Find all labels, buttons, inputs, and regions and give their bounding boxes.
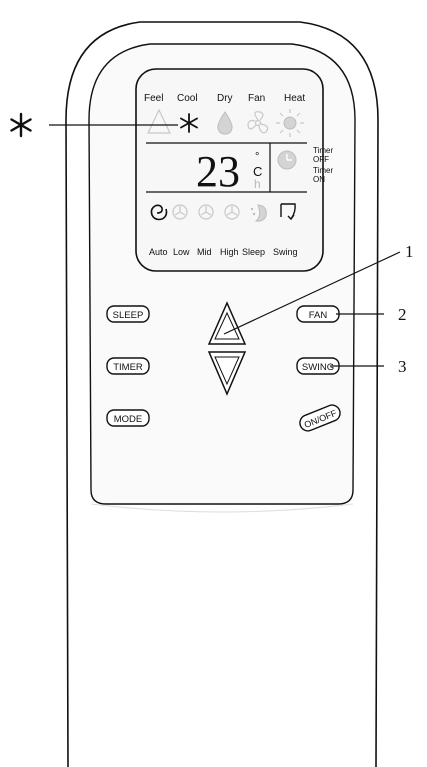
mode-button[interactable]: MODE: [106, 409, 150, 427]
timer-on-label-2: ON: [313, 175, 325, 184]
callout-1-label: 1: [405, 242, 414, 261]
degree-symbol: °: [255, 151, 259, 163]
fan-label-mid: Mid: [197, 247, 212, 257]
fan-label-high: High: [220, 247, 239, 257]
sleep-button-label: SLEEP: [113, 310, 144, 321]
fan-label-low: Low: [173, 247, 190, 257]
timer-off-label-2: OFF: [313, 155, 329, 164]
fan-button[interactable]: FAN: [296, 305, 340, 323]
fan-label-sleep: Sleep: [242, 247, 265, 257]
callout-3-label: 3: [398, 357, 407, 376]
timer-button[interactable]: TIMER: [106, 357, 150, 375]
remote-bottom-seam: [90, 503, 354, 513]
mode-label-heat: Heat: [284, 93, 305, 104]
clock-icon: [277, 150, 297, 170]
mode-label-feel: Feel: [144, 93, 163, 104]
callout-2-label: 2: [398, 305, 407, 324]
mode-label-cool: Cool: [177, 93, 198, 104]
timer-off-label-1: Timer: [313, 146, 333, 155]
timer-button-label: TIMER: [113, 362, 143, 373]
mode-label-fan: Fan: [248, 93, 265, 104]
fan-button-label: FAN: [309, 310, 328, 321]
snowflake-icon: [10, 112, 32, 138]
swing-button-label: SWING: [302, 362, 334, 373]
timer-on-label-1: Timer: [313, 166, 333, 175]
fan-label-auto: Auto: [149, 247, 168, 257]
mode-label-dry: Dry: [217, 93, 233, 104]
mode-button-label: MODE: [114, 414, 143, 425]
fan-label-swing: Swing: [273, 247, 298, 257]
unit-hours: h: [254, 177, 261, 191]
remote-diagram: Feel Cool Dry Fan Heat 23 ° C h Timer OF…: [10, 21, 414, 767]
sleep-button[interactable]: SLEEP: [106, 305, 150, 323]
temperature-value: 23: [196, 147, 240, 196]
